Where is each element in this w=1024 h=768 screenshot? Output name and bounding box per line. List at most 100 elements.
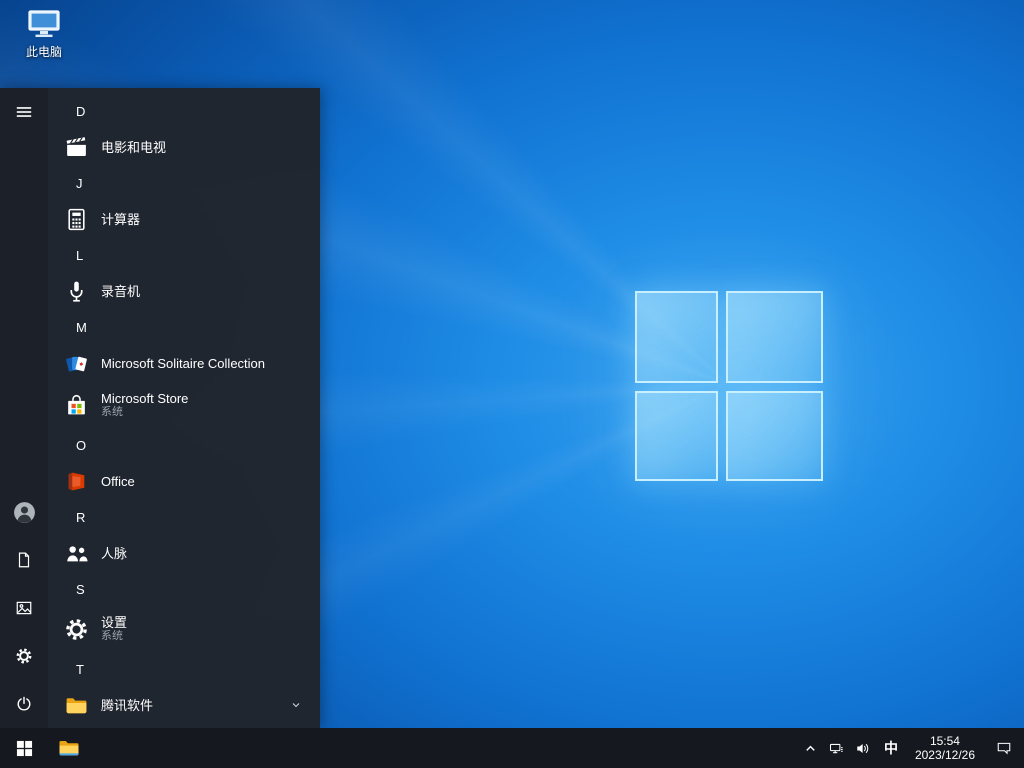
action-center-icon xyxy=(996,740,1012,756)
start-app-item[interactable]: Microsoft Store系统 xyxy=(48,382,320,428)
app-name: 腾讯软件 xyxy=(101,698,153,713)
app-name: Office xyxy=(101,474,135,489)
start-section: D 电影和电视 xyxy=(48,94,320,166)
solitaire-icon xyxy=(64,351,89,376)
app-name: 录音机 xyxy=(101,284,140,299)
section-letter[interactable]: S xyxy=(48,572,320,606)
section-letter[interactable]: L xyxy=(48,238,320,272)
pictures-button[interactable] xyxy=(0,584,48,632)
start-button[interactable] xyxy=(0,728,48,768)
app-name: 人脉 xyxy=(101,546,127,561)
start-section: O Office xyxy=(48,428,320,500)
logo-pane xyxy=(635,391,718,481)
app-text: 录音机 xyxy=(101,284,140,299)
expand-menu-button[interactable] xyxy=(0,88,48,136)
logo-pane xyxy=(726,291,823,383)
start-section: S 设置系统 xyxy=(48,572,320,652)
power-button[interactable] xyxy=(0,680,48,728)
store-icon xyxy=(64,393,89,418)
taskbar-clock[interactable]: 15:54 2023/12/26 xyxy=(906,728,984,768)
start-menu: D 电影和电视 J 计算器 L 录音机 M Microsoft Solitaire Colle… xyxy=(0,88,320,728)
volume-icon xyxy=(855,741,870,756)
section-letter[interactable]: T xyxy=(48,652,320,686)
user-button[interactable] xyxy=(0,488,48,536)
clock-time: 15:54 xyxy=(930,734,960,748)
start-section: T 腾讯软件 xyxy=(48,652,320,724)
chevron-up-icon xyxy=(803,741,818,756)
desktop: { "desktop": { "icons": [ { "label": "此电… xyxy=(0,0,1024,768)
logo-pane xyxy=(635,291,718,383)
ime-indicator[interactable]: 中 xyxy=(876,728,906,768)
chevron-down-icon xyxy=(290,699,302,711)
office-icon xyxy=(64,469,89,494)
start-section: M Microsoft Solitaire Collection Microsoft… xyxy=(48,310,320,428)
movies-tv-icon xyxy=(64,135,89,160)
section-letter[interactable]: D xyxy=(48,94,320,128)
voice-recorder-icon xyxy=(64,279,89,304)
hidden-icons-button[interactable] xyxy=(798,728,824,768)
start-menu-rail xyxy=(0,88,48,728)
app-name: 计算器 xyxy=(101,212,140,227)
settings-icon xyxy=(64,617,89,642)
folder-icon xyxy=(64,693,89,718)
start-app-item[interactable]: 录音机 xyxy=(48,272,320,310)
pictures-icon xyxy=(15,599,33,617)
app-name: Microsoft Store xyxy=(101,391,188,406)
start-app-item[interactable]: Office xyxy=(48,462,320,500)
taskbar-spacer xyxy=(90,728,798,768)
windows-logo xyxy=(635,291,823,481)
hamburger-icon xyxy=(15,103,33,121)
people-icon xyxy=(64,541,89,566)
settings-icon xyxy=(15,647,33,665)
start-app-item[interactable]: 人脉 xyxy=(48,534,320,572)
start-section: L 录音机 xyxy=(48,238,320,310)
app-subtitle: 系统 xyxy=(101,630,127,643)
start-app-item[interactable]: 计算器 xyxy=(48,200,320,238)
system-tray: 中 15:54 2023/12/26 xyxy=(798,728,1024,768)
app-name: Microsoft Solitaire Collection xyxy=(101,356,265,371)
rail-bottom-group xyxy=(0,488,48,728)
start-app-item[interactable]: 设置系统 xyxy=(48,606,320,652)
tray-icon-group xyxy=(798,728,876,768)
app-text: Microsoft Store系统 xyxy=(101,391,188,419)
calculator-icon xyxy=(64,207,89,232)
start-app-list: D 电影和电视 J 计算器 L 录音机 M Microsoft Solitaire Colle… xyxy=(48,88,320,728)
documents-icon xyxy=(15,551,33,569)
documents-button[interactable] xyxy=(0,536,48,584)
app-text: 人脉 xyxy=(101,546,127,561)
app-name: 设置 xyxy=(101,615,127,630)
settings-button[interactable] xyxy=(0,632,48,680)
app-text: 腾讯软件 xyxy=(101,698,153,713)
app-text: Microsoft Solitaire Collection xyxy=(101,356,265,371)
file-explorer-button[interactable] xyxy=(48,728,90,768)
network-button[interactable] xyxy=(824,728,850,768)
desktop-icon-label: 此电脑 xyxy=(26,43,62,60)
section-letter[interactable]: R xyxy=(48,500,320,534)
app-subtitle: 系统 xyxy=(101,406,188,419)
taskbar: 中 15:54 2023/12/26 xyxy=(0,728,1024,768)
taskbar-left-group xyxy=(0,728,90,768)
action-center-button[interactable] xyxy=(984,728,1024,768)
app-text: 设置系统 xyxy=(101,615,127,643)
section-letter[interactable]: M xyxy=(48,310,320,344)
start-section: R 人脉 xyxy=(48,500,320,572)
start-app-item[interactable]: 腾讯软件 xyxy=(48,686,320,724)
start-app-item[interactable]: Microsoft Solitaire Collection xyxy=(48,344,320,382)
desktop-icon-this-pc[interactable]: 此电脑 xyxy=(12,8,76,60)
start-app-item[interactable]: 电影和电视 xyxy=(48,128,320,166)
windows-start-icon xyxy=(16,740,33,757)
app-text: Office xyxy=(101,474,135,489)
rail-top-group xyxy=(0,88,48,136)
clock-date: 2023/12/26 xyxy=(915,748,975,762)
user-avatar-icon xyxy=(12,500,37,525)
this-pc-icon xyxy=(26,8,62,40)
logo-pane xyxy=(726,391,823,481)
app-text: 电影和电视 xyxy=(101,140,166,155)
app-text: 计算器 xyxy=(101,212,140,227)
volume-button[interactable] xyxy=(850,728,876,768)
section-letter[interactable]: J xyxy=(48,166,320,200)
file-explorer-icon xyxy=(57,736,81,760)
start-section: J 计算器 xyxy=(48,166,320,238)
section-letter[interactable]: O xyxy=(48,428,320,462)
network-icon xyxy=(829,741,844,756)
